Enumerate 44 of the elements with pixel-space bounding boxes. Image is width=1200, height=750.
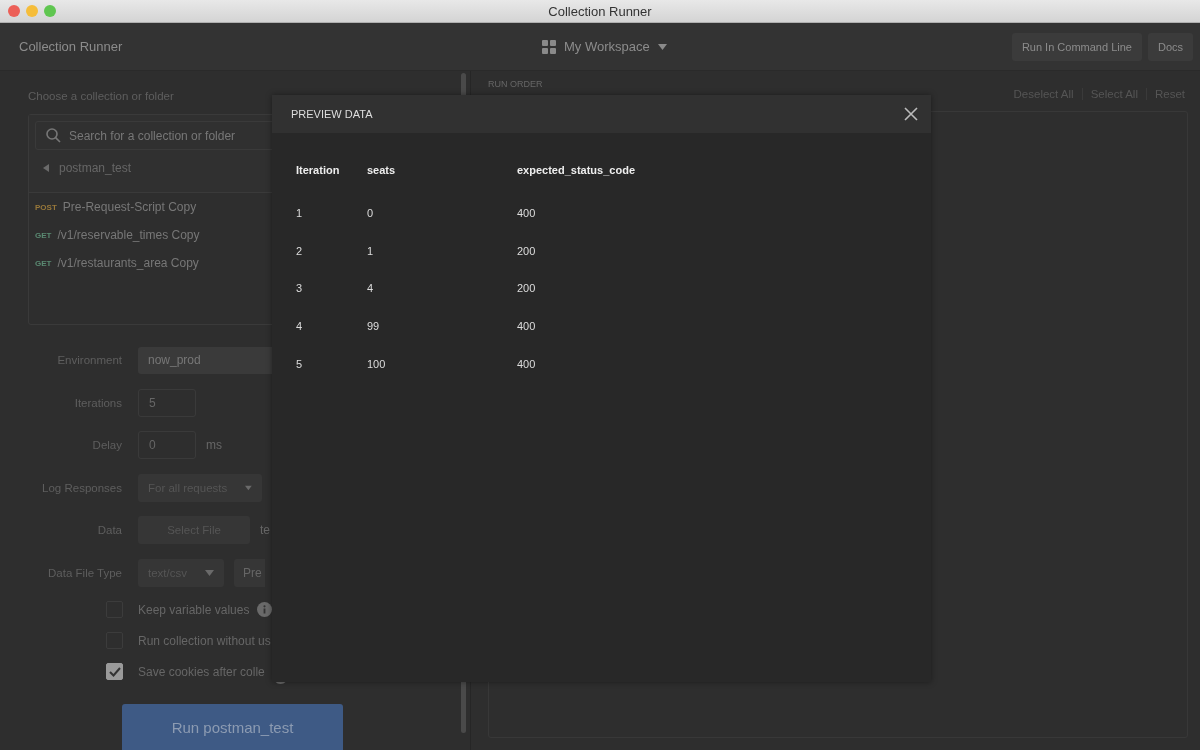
table-cell-text: 400 xyxy=(517,318,537,334)
table-cell: 2 xyxy=(296,231,367,270)
caret-icon xyxy=(657,43,667,50)
header-button[interactable]: Docs xyxy=(1147,32,1193,61)
caret-icon xyxy=(245,484,252,491)
table-cell: 4 xyxy=(367,269,517,308)
option-label: Save cookies after colle xyxy=(138,664,265,679)
checkbox[interactable] xyxy=(106,663,123,680)
search-icon xyxy=(46,128,61,143)
method-label: GET xyxy=(35,258,52,268)
table-cell: 5 xyxy=(296,344,367,383)
close-icon[interactable] xyxy=(904,107,918,121)
number-field[interactable]: 5 xyxy=(138,388,196,417)
table-cell-text: 200 xyxy=(517,281,537,297)
page-title: Collection Runner xyxy=(19,39,124,54)
method-label: POST xyxy=(35,202,57,212)
caret-icon xyxy=(205,569,214,576)
table-cell-text: 400 xyxy=(517,205,537,221)
minimize-window-button[interactable] xyxy=(26,5,38,17)
table-cell: 100 xyxy=(367,344,517,383)
environment-select[interactable]: now_prod xyxy=(138,346,272,374)
table-cell: 4 xyxy=(296,307,367,345)
table-cell: 1 xyxy=(367,231,517,270)
column-header: seats xyxy=(367,152,517,188)
close-window-button[interactable] xyxy=(8,5,20,17)
method-label: GET xyxy=(35,230,52,240)
table-cell: 0 xyxy=(367,188,517,232)
table-cell: 3 xyxy=(296,269,367,308)
table-cell-text: 200 xyxy=(517,243,537,259)
workspace-switcher[interactable]: My Workspace xyxy=(536,38,673,55)
table-cell-text: 400 xyxy=(517,356,537,372)
back-caret-icon xyxy=(43,164,49,172)
run-button[interactable]: Run postman_test xyxy=(122,704,343,750)
option-label: Keep variable values xyxy=(138,602,250,617)
zoom-window-button[interactable] xyxy=(44,5,56,17)
grid-icon xyxy=(542,39,556,54)
column-header: Iteration xyxy=(296,152,367,188)
column-header: expected_status_code xyxy=(517,163,635,178)
table-cell: 1 xyxy=(296,188,367,232)
field-unit: te xyxy=(260,523,270,538)
table-cell: 99 xyxy=(367,307,517,345)
dialog-title: PREVIEW DATA xyxy=(291,108,373,120)
header-button[interactable]: Run In Command Line xyxy=(1011,32,1142,61)
window-title: Collection Runner xyxy=(548,3,652,19)
